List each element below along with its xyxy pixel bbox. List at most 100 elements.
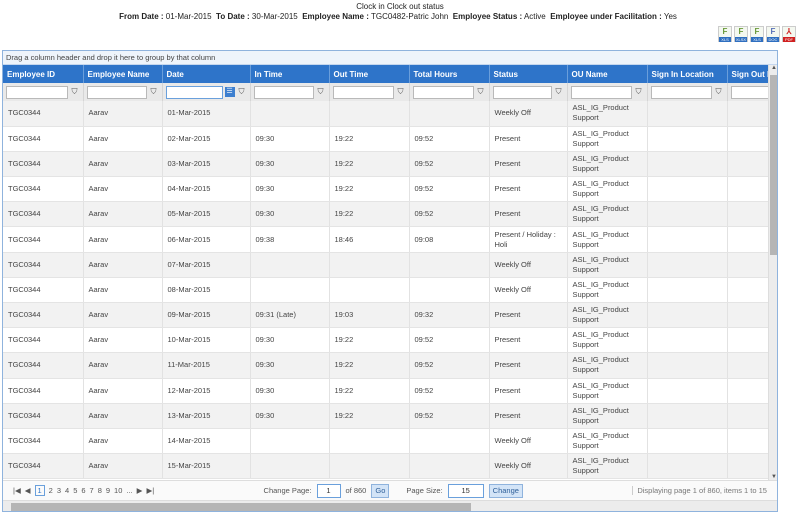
filter-input[interactable] <box>650 85 712 99</box>
table-cell: 12-Mar-2015 <box>162 378 251 404</box>
page-link[interactable]: 2 <box>49 486 53 495</box>
table-row[interactable]: TGC0344 Aarav 06-Mar-2015 09:38 18:46 09:08 Pr… <box>3 226 777 253</box>
employee-name-label: Employee Name : <box>302 12 369 21</box>
vertical-scroll-thumb[interactable] <box>770 75 777 255</box>
to-date: 30-Mar-2015 <box>251 12 298 21</box>
column-header[interactable]: In Time <box>250 65 330 83</box>
column-header[interactable]: Sign In Location <box>647 65 728 83</box>
table-cell: TGC0344 <box>3 226 84 253</box>
horizontal-scroll-thumb[interactable] <box>11 503 471 511</box>
page-link[interactable]: 1 <box>34 485 45 496</box>
column-header[interactable]: Status <box>489 65 568 83</box>
table-row[interactable]: TGC0344 Aarav 14-Mar-2015 Weekly Off ASL_IG_… <box>3 428 777 455</box>
export-xls-button[interactable]: F XLS <box>718 26 732 42</box>
page-link[interactable]: 8 <box>98 486 102 495</box>
table-row[interactable]: TGC0344 Aarav 10-Mar-2015 09:30 19:22 09:52 Pr… <box>3 327 777 354</box>
page-link[interactable]: 5 <box>73 486 77 495</box>
calendar-icon[interactable]: ☰ <box>224 87 235 97</box>
page-link[interactable]: 6 <box>81 486 85 495</box>
table-row[interactable]: TGC0344 Aarav 11-Mar-2015 09:30 19:22 09:52 Pr… <box>3 352 777 379</box>
filter-input[interactable] <box>570 85 632 99</box>
table-cell: 19:03 <box>329 302 410 329</box>
table-cell <box>250 277 330 304</box>
filter-icon[interactable]: ⛉ <box>396 87 406 97</box>
table-cell: TGC0344 <box>3 252 84 278</box>
table-row[interactable]: TGC0344 Aarav 12-Mar-2015 09:30 19:22 09:52 Pr… <box>3 378 777 404</box>
go-button[interactable]: Go <box>371 483 390 498</box>
filter-icon[interactable]: ⛉ <box>714 87 724 97</box>
table-cell: 09:30 <box>250 176 330 203</box>
table-row[interactable]: TGC0344 Aarav 05-Mar-2015 09:30 19:22 09:52 Pr… <box>3 201 777 228</box>
table-cell <box>647 352 728 379</box>
table-row[interactable]: TGC0344 Aarav 13-Mar-2015 09:30 19:22 09:52 Pr… <box>3 403 777 429</box>
filter-input[interactable] <box>492 85 552 99</box>
next-page-icon[interactable]: ▶ <box>137 486 143 495</box>
scroll-up-icon[interactable]: ▲ <box>769 65 777 71</box>
table-cell: Weekly Off <box>489 252 568 278</box>
paging-status: Displaying page 1 of 860, items 1 to 15 <box>632 486 777 495</box>
table-row[interactable]: TGC0344 Aarav 08-Mar-2015 Weekly Off ASL_IG_… <box>3 277 777 304</box>
filter-input[interactable] <box>6 85 68 99</box>
filter-input[interactable] <box>86 85 147 99</box>
page-link[interactable]: 9 <box>106 486 110 495</box>
page-link[interactable]: 7 <box>90 486 94 495</box>
table-cell: 09:52 <box>409 327 490 354</box>
export-xlsx-button[interactable]: F XLSX <box>734 26 748 42</box>
column-header[interactable]: Employee ID <box>3 65 84 83</box>
column-header[interactable]: Date <box>162 65 251 83</box>
filter-icon[interactable]: ⛉ <box>634 87 644 97</box>
last-page-icon[interactable]: ▶| <box>146 486 154 495</box>
filter-input[interactable] <box>253 85 314 99</box>
filter-icon[interactable]: ⛉ <box>316 87 326 97</box>
vertical-scrollbar[interactable]: ▲ ▼ <box>768 65 777 480</box>
first-page-icon[interactable]: |◀ <box>13 486 21 495</box>
filter-icon[interactable]: ⛉ <box>70 87 80 97</box>
table-row[interactable]: TGC0344 Aarav 01-Mar-2015 Weekly Off ASL_IG_… <box>3 101 777 127</box>
horizontal-scrollbar[interactable] <box>3 500 777 511</box>
filter-icon[interactable]: ⛉ <box>554 87 564 97</box>
page-link[interactable]: 4 <box>65 486 69 495</box>
table-cell <box>250 101 330 127</box>
group-drop-area[interactable]: Drag a column header and drop it here to… <box>3 51 777 65</box>
page-link[interactable]: ... <box>126 486 132 495</box>
column-header[interactable]: OU Name <box>567 65 648 83</box>
table-cell: ASL_IG_Product Support <box>567 352 648 379</box>
table-row[interactable]: TGC0344 Aarav 03-Mar-2015 09:30 19:22 09:52 Pr… <box>3 151 777 178</box>
page-link[interactable]: 10 <box>114 486 122 495</box>
to-date-label: To Date : <box>216 12 250 21</box>
table-cell: Aarav <box>83 176 163 203</box>
excel-icon: F <box>754 27 760 36</box>
table-row[interactable]: TGC0344 Aarav 07-Mar-2015 Weekly Off ASL_IG_… <box>3 252 777 278</box>
filter-box: ⛉ <box>570 85 644 99</box>
table-row[interactable]: TGC0344 Aarav 04-Mar-2015 09:30 19:22 09:52 Pr… <box>3 176 777 203</box>
column-header[interactable]: Out Time <box>329 65 410 83</box>
export-doc-button[interactable]: F DOC <box>766 26 780 42</box>
table-row[interactable]: TGC0344 Aarav 02-Mar-2015 09:30 19:22 09:52 Pr… <box>3 126 777 152</box>
page-number-input[interactable]: 1 <box>316 483 341 498</box>
table-cell: 19:22 <box>329 151 410 178</box>
column-header[interactable]: Employee Name <box>83 65 163 83</box>
table-cell: Aarav <box>83 302 163 329</box>
table-cell: Aarav <box>83 403 163 429</box>
filter-icon[interactable]: ⛉ <box>149 87 159 97</box>
page-link[interactable]: 3 <box>57 486 61 495</box>
table-row[interactable]: TGC0344 Aarav 09-Mar-2015 09:31 (Late) 19:03… <box>3 302 777 329</box>
filter-input[interactable] <box>332 85 394 99</box>
table-cell <box>409 252 490 278</box>
prev-page-icon[interactable]: ◀ <box>25 486 31 495</box>
table-cell: 02-Mar-2015 <box>162 126 251 152</box>
filter-icon[interactable]: ⛉ <box>476 87 486 97</box>
filter-icon[interactable]: ⛉ <box>237 87 247 97</box>
export-xls-button[interactable]: F XLS <box>750 26 764 42</box>
filter-input[interactable] <box>165 85 223 99</box>
column-filter: ⛉ <box>83 83 163 101</box>
table-cell: TGC0344 <box>3 428 84 455</box>
table-cell: 19:22 <box>329 126 410 152</box>
column-header[interactable]: Total Hours <box>409 65 490 83</box>
page-size-input[interactable]: 15 <box>447 483 484 498</box>
export-pdf-button[interactable]: ⅄ PDF <box>782 26 796 42</box>
change-button[interactable]: Change <box>488 483 523 498</box>
table-cell: Aarav <box>83 252 163 278</box>
table-row[interactable]: TGC0344 Aarav 15-Mar-2015 Weekly Off ASL_IG_… <box>3 453 777 480</box>
filter-input[interactable] <box>412 85 474 99</box>
